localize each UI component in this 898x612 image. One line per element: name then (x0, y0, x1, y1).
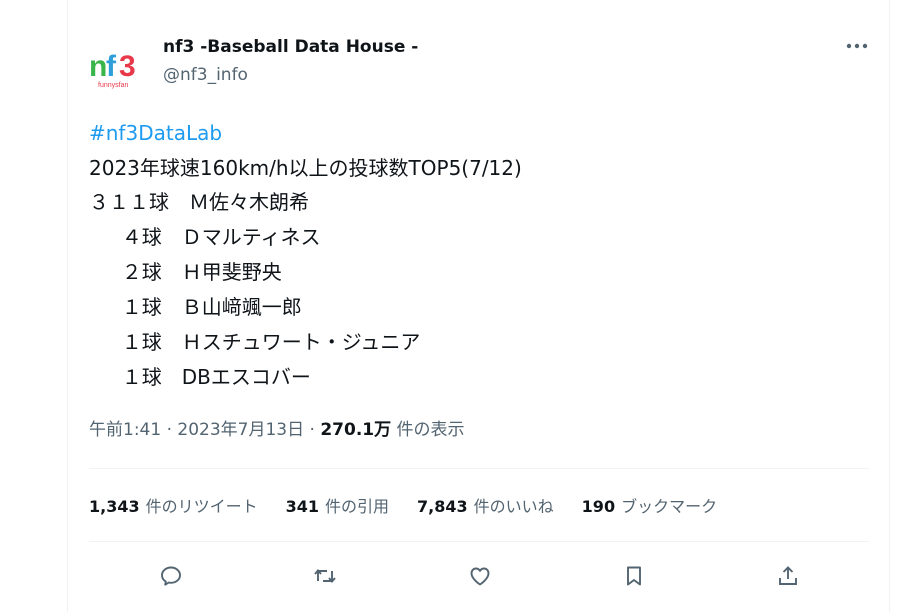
bookmark-icon (627, 566, 641, 586)
divider (89, 541, 869, 542)
meta-separator: · (304, 420, 321, 440)
svg-text:n: n (89, 50, 107, 83)
tweet-text-line: ２球 Ｈ甲斐野央 (89, 260, 282, 284)
retweet-icon (314, 569, 336, 583)
more-icon (846, 43, 868, 49)
reply-button[interactable] (153, 558, 189, 594)
like-icon (470, 567, 490, 586)
author-avatar[interactable]: n f 3 funnysfan (88, 38, 146, 96)
tweet-meta: 午前1:41 · 2023年7月13日 · 270.1万 件の表示 (89, 418, 465, 442)
tweet-text-line: ３１１球 Ｍ佐々木朗希 (89, 190, 309, 214)
hashtag-link[interactable]: #nf3DataLab (89, 120, 222, 146)
stat-label: 件のいいね (473, 497, 554, 516)
stat-number: 190 (581, 497, 616, 516)
engagement-stats: 1,343 件のリツイート 341 件の引用 7,843 件のいいね 190 ブックマー… (89, 495, 717, 519)
view-label: 件の表示 (396, 420, 465, 440)
tweet-text-line: 2023年球速160km/h以上の投球数TOP5(7/12) (89, 156, 522, 180)
tweet-time[interactable]: 午前1:41 (89, 420, 161, 440)
stat-number: 341 (285, 497, 320, 516)
stat-label: ブックマーク (621, 497, 718, 516)
retweet-count[interactable]: 1,343 件のリツイート (89, 495, 258, 519)
stat-number: 7,843 (417, 497, 468, 516)
stat-number: 1,343 (89, 497, 140, 516)
quote-count[interactable]: 341 件の引用 (286, 495, 389, 519)
svg-text:f: f (106, 50, 117, 83)
share-button[interactable] (770, 558, 806, 594)
svg-text:3: 3 (119, 50, 136, 83)
action-bar (150, 558, 810, 594)
reply-icon (161, 566, 181, 586)
share-icon (779, 566, 797, 585)
stat-label: 件の引用 (325, 497, 390, 516)
like-button[interactable] (462, 558, 498, 594)
tweet-text-line: １球 Ｈスチュワート・ジュニア (89, 330, 421, 354)
stat-label: 件のリツイート (145, 497, 258, 516)
tweet-text-line: １球 DBエスコバー (89, 365, 311, 389)
tweet-text-line: １球 Ｂ山﨑颯一郎 (89, 295, 302, 319)
view-count: 270.1万 (320, 420, 392, 440)
more-options-button[interactable] (842, 34, 872, 58)
meta-separator: · (161, 420, 178, 440)
bookmark-count[interactable]: 190 ブックマーク (582, 495, 717, 519)
like-count[interactable]: 7,843 件のいいね (417, 495, 554, 519)
divider (89, 468, 869, 469)
nf3-logo-icon: n f 3 funnysfan (89, 50, 136, 89)
tweet-text-line: ４球 Ｄマルティネス (89, 225, 321, 249)
retweet-button[interactable] (307, 558, 343, 594)
svg-text:funnysfan: funnysfan (98, 82, 128, 89)
author-handle[interactable]: @nf3_info (163, 64, 248, 86)
author-name[interactable]: nf3 -Baseball Data House - (163, 36, 418, 58)
tweet-date[interactable]: 2023年7月13日 (177, 420, 304, 440)
bookmark-button[interactable] (616, 558, 652, 594)
